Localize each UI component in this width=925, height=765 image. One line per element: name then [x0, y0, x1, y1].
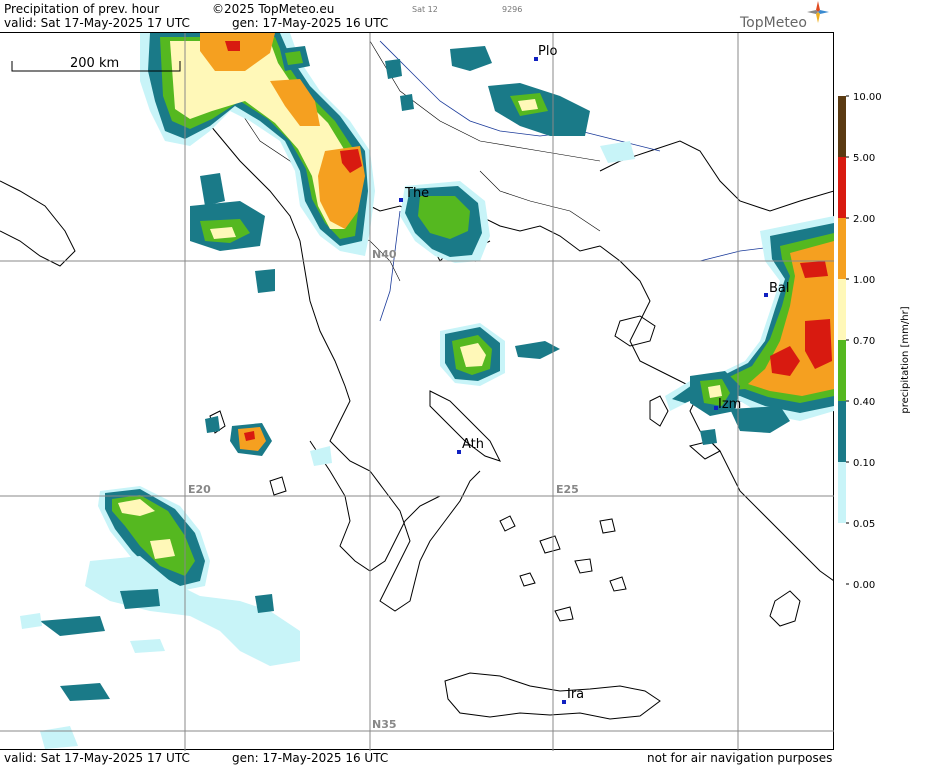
city-label-ath: Ath — [462, 437, 484, 452]
lat-label-35: N35 — [372, 718, 397, 731]
valid-time: valid: Sat 17-May-2025 17 UTC — [4, 16, 190, 30]
scale-label: 200 km — [70, 56, 119, 71]
legend-swatch-2.00 — [838, 218, 846, 279]
city-dot-bal — [764, 293, 768, 297]
compass-icon — [807, 1, 829, 23]
legend-swatch-0.40 — [838, 401, 846, 462]
legend-tick-label: 5.00 — [853, 153, 875, 164]
city-label-izm: Izm — [718, 397, 741, 412]
legend-swatch-1.00 — [838, 279, 846, 340]
footer-valid-time: valid: Sat 17-May-2025 17 UTC — [4, 751, 190, 765]
legend-tick-label: 0.40 — [853, 397, 875, 408]
legend-tick-label: 0.70 — [853, 336, 875, 347]
legend-tick-label: 2.00 — [853, 214, 875, 225]
copyright: ©2025 TopMeteo.eu — [212, 2, 335, 16]
lon-label-25: E25 — [556, 483, 579, 496]
legend-tick-label: 1.00 — [853, 275, 875, 286]
city-label-plo: Plo — [538, 44, 557, 59]
legend-tick-label: 10.00 — [853, 92, 882, 103]
city-label-ira: Ira — [567, 687, 584, 702]
city-label-bal: Bal — [769, 281, 790, 296]
legend-colorbar — [838, 96, 846, 523]
rivers — [299, 40, 821, 407]
city-dot-ira — [562, 700, 566, 704]
legend-swatch-10.00 — [838, 96, 846, 157]
legend-swatch-0.10 — [838, 462, 846, 523]
code-label: 9296 — [502, 5, 523, 14]
footer-generated-time: gen: 17-May-2025 16 UTC — [232, 751, 389, 765]
legend-tick-labels: 10.00 5.00 2.00 1.00 0.70 0.40 0.10 0.05 0.00 — [846, 92, 882, 591]
map-title: Precipitation of prev. hour — [4, 2, 160, 16]
city-dot-ath — [457, 450, 461, 454]
city-dot-the — [399, 198, 403, 202]
footer-disclaimer: not for air navigation purposes — [647, 751, 833, 765]
generated-time: gen: 17-May-2025 16 UTC — [232, 16, 389, 30]
legend-swatch-0.70 — [838, 340, 846, 401]
precipitation-areas — [20, 33, 834, 749]
precipitation-map: N40 N35 E20 E25 200 km Plo The Bal Izm A… — [0, 33, 834, 751]
logo-text: TopMeteo — [739, 15, 807, 31]
lat-label-40: N40 — [372, 248, 397, 261]
legend-title: precipitation [mm/hr] — [900, 306, 911, 413]
topmeteo-logo: TopMeteo — [739, 1, 829, 31]
map-frame: N40 N35 E20 E25 200 km Plo The Bal Izm A… — [0, 32, 834, 751]
lon-label-20: E20 — [188, 483, 211, 496]
legend-tick-label: 0.10 — [853, 458, 875, 469]
precipitation-legend: 10.00 5.00 2.00 1.00 0.70 0.40 0.10 0.05 0.00 pr… — [838, 92, 911, 591]
legend-tick-label: 0.05 — [853, 519, 875, 530]
satellite-label: Sat 12 — [412, 5, 438, 14]
legend-swatch-5.00 — [838, 157, 846, 218]
legend-tick-label: 0.00 — [853, 580, 875, 591]
city-label-the: The — [404, 186, 429, 201]
